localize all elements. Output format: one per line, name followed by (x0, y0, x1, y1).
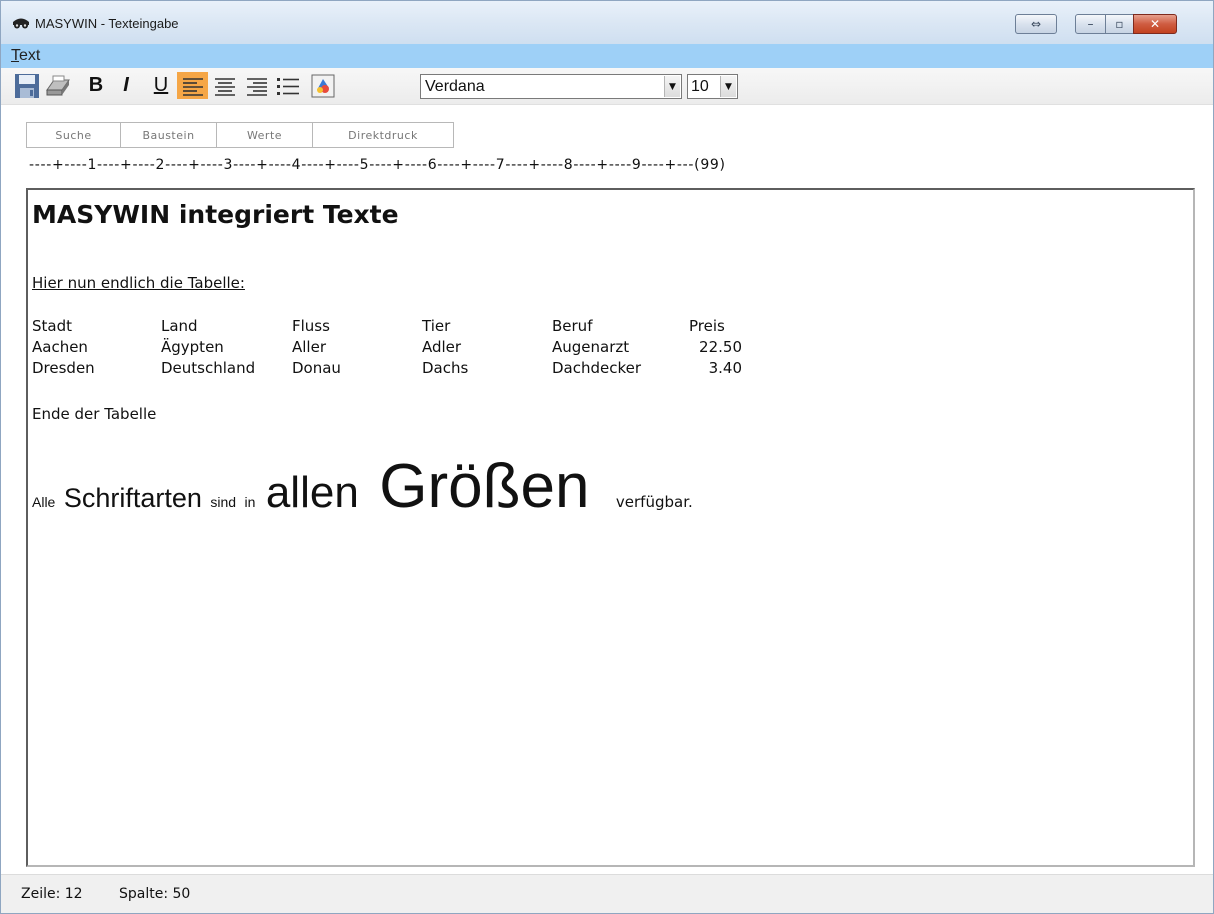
size-demo-word: Schriftarten (63, 483, 202, 513)
chevron-down-icon[interactable]: ▼ (664, 76, 680, 97)
column-ruler: ----+----1----+----2----+----3----+----4… (29, 157, 726, 173)
save-icon (15, 73, 39, 98)
resize-toggle-button[interactable]: ⇔ (1015, 14, 1057, 34)
italic-button[interactable]: I (115, 72, 137, 99)
bullet-list-button[interactable] (272, 72, 304, 99)
table-cell: 22.50 (699, 338, 742, 356)
table-header-cell: Tier (422, 317, 451, 335)
status-line: Zeile: 12 (21, 886, 83, 902)
table-cell: Dresden (32, 359, 95, 377)
bold-button[interactable]: B (83, 72, 109, 99)
align-center-icon (215, 77, 235, 96)
align-left-icon (182, 77, 203, 96)
table-header-cell: Land (161, 317, 198, 335)
table-cell: Deutschland (161, 359, 256, 377)
align-right-icon (247, 77, 267, 96)
table-cell: Aachen (32, 338, 88, 356)
document-intro: Hier nun endlich die Tabelle: (32, 274, 245, 292)
table-cell: Donau (292, 359, 341, 377)
table-cell: 3.40 (708, 359, 742, 377)
table-cell: Ägypten (161, 338, 224, 356)
values-button[interactable]: Werte (216, 122, 313, 148)
size-demo-word: sind (210, 494, 237, 510)
font-size-select[interactable]: 10 ▼ (687, 74, 738, 99)
menu-text-label: ext (19, 47, 41, 64)
table-header-cell: Beruf (552, 317, 593, 335)
table-end-text: Ende der Tabelle (32, 405, 157, 423)
font-family-value: Verdana (425, 78, 485, 95)
table-cell: Augenarzt (552, 338, 630, 356)
color-icon (311, 74, 335, 97)
font-size-value: 10 (691, 78, 709, 95)
table-cell: Dachdecker (552, 359, 642, 377)
bullet-list-icon (277, 77, 299, 95)
size-demo-word: allen (265, 468, 359, 517)
close-button[interactable]: ✕ (1133, 14, 1177, 34)
table-header-cell: Preis (689, 317, 725, 335)
align-left-button[interactable] (177, 72, 208, 99)
align-right-button[interactable] (242, 72, 272, 99)
table-header-cell: Stadt (32, 317, 72, 335)
align-center-button[interactable] (210, 72, 240, 99)
underline-button[interactable]: U (147, 72, 175, 99)
table-header-cell: Fluss (292, 317, 330, 335)
table-cell: Dachs (422, 359, 469, 377)
title-bar[interactable]: MASYWIN - Texteingabe ⇔ – ▫ ✕ (1, 1, 1213, 44)
maximize-button[interactable]: ▫ (1105, 14, 1134, 34)
size-demo-word: in (244, 494, 256, 510)
window-title: MASYWIN - Texteingabe (35, 16, 179, 31)
status-bar: Zeile: 12 Spalte: 50 (1, 874, 1213, 913)
menu-bar: Text (1, 44, 1213, 68)
document-heading: MASYWIN integriert Texte (32, 200, 399, 229)
size-demo-word: Alle (32, 494, 56, 510)
font-size-demo-line: Alle Schriftarten sind in allen Größen v… (32, 451, 693, 522)
text-block-button[interactable]: Baustein (120, 122, 217, 148)
size-demo-word: Größen (379, 452, 590, 521)
status-column: Spalte: 50 (119, 886, 191, 902)
size-demo-word: verfügbar. (615, 493, 693, 511)
print-button[interactable] (43, 72, 73, 99)
table-cell: Aller (292, 338, 326, 356)
search-button[interactable]: Suche (26, 122, 121, 148)
chevron-down-icon[interactable]: ▼ (720, 76, 736, 97)
table-cell: Adler (422, 338, 462, 356)
save-button[interactable] (13, 72, 41, 99)
app-logo-icon (13, 18, 29, 29)
menu-text-accelerator: T (11, 47, 19, 64)
direct-print-button[interactable]: Direktdruck (312, 122, 454, 148)
text-color-button[interactable] (309, 72, 337, 99)
app-window: MASYWIN - Texteingabe ⇔ – ▫ ✕ Text B I U… (0, 0, 1214, 914)
menu-text[interactable]: Text (11, 47, 40, 65)
font-family-select[interactable]: Verdana ▼ (420, 74, 682, 99)
minimize-button[interactable]: – (1075, 14, 1106, 34)
print-icon (46, 75, 70, 95)
